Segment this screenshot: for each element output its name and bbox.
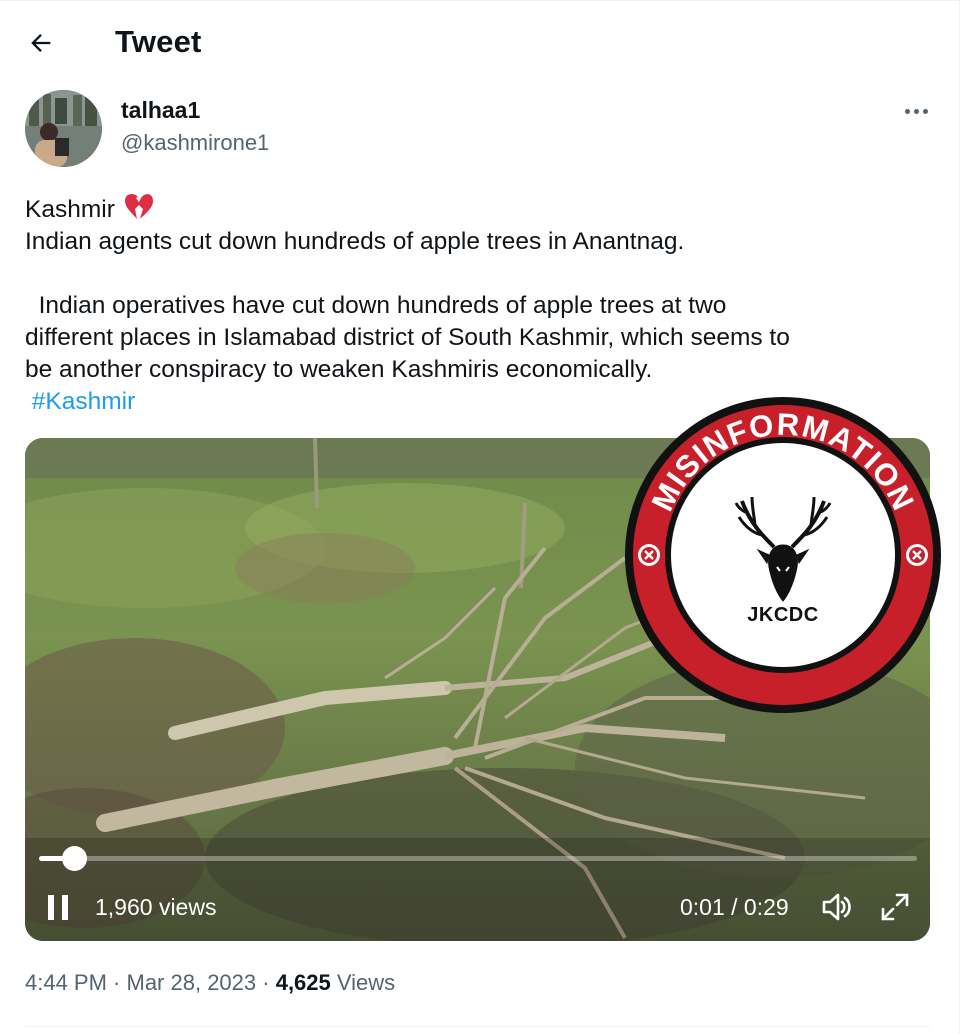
fullscreen-icon bbox=[881, 893, 909, 921]
tweet-header: Tweet bbox=[0, 0, 960, 84]
pause-button[interactable] bbox=[47, 893, 75, 923]
x-mark-icon bbox=[638, 544, 660, 566]
tweet-text: Kashmir Indian agents cut down hundreds … bbox=[25, 193, 925, 418]
arrow-left-icon bbox=[31, 34, 51, 52]
more-options-button[interactable] bbox=[896, 96, 936, 126]
more-horizontal-icon bbox=[904, 108, 910, 114]
tweet-paragraph-line: be another conspiracy to weaken Kashmiri… bbox=[25, 356, 653, 383]
video-time: 0:01 / 0:29 bbox=[680, 894, 789, 920]
video-view-count: 1,960 views bbox=[95, 894, 217, 920]
broken-heart-icon bbox=[124, 193, 153, 219]
author-display-name[interactable]: talhaa1 bbox=[121, 97, 200, 124]
tweet-date[interactable]: Mar 28, 2023 bbox=[127, 970, 257, 995]
video-progress-knob[interactable] bbox=[62, 846, 88, 871]
page-title: Tweet bbox=[115, 24, 202, 59]
x-mark-icon bbox=[906, 544, 928, 566]
tweet-time[interactable]: 4:44 PM bbox=[25, 970, 107, 995]
volume-button[interactable] bbox=[820, 890, 854, 924]
meta-separator: · bbox=[106, 970, 127, 995]
tweet-line-2: Indian agents cut down hundreds of apple… bbox=[25, 228, 685, 255]
tweet-paragraph-line: Indian operatives have cut down hundreds… bbox=[25, 292, 727, 319]
pause-icon bbox=[48, 895, 54, 920]
badge-label: JKCDC bbox=[747, 604, 819, 626]
author-handle[interactable]: @kashmirone1 bbox=[121, 130, 269, 156]
tweet-views-label: Views bbox=[330, 970, 396, 995]
misinformation-badge: MISINFORMATION JKCDC bbox=[622, 395, 944, 715]
tweet-views-count: 4,625 bbox=[275, 970, 331, 995]
back-button[interactable] bbox=[22, 24, 60, 62]
video-progress-bar[interactable] bbox=[39, 846, 917, 871]
tweet-line-1: Kashmir bbox=[25, 193, 925, 226]
tweet-meta: 4:44 PM · Mar 28, 2023 · 4,625 Views bbox=[25, 970, 395, 996]
badge-graphic: MISINFORMATION bbox=[625, 397, 941, 713]
tweet-spacer bbox=[25, 258, 925, 290]
avatar[interactable] bbox=[25, 90, 102, 167]
divider bbox=[25, 1026, 930, 1027]
tweet-paragraph-line: different places in Islamabad district o… bbox=[25, 324, 790, 351]
fullscreen-button[interactable] bbox=[878, 890, 912, 924]
volume-icon bbox=[822, 893, 851, 921]
meta-separator: · bbox=[256, 970, 276, 995]
